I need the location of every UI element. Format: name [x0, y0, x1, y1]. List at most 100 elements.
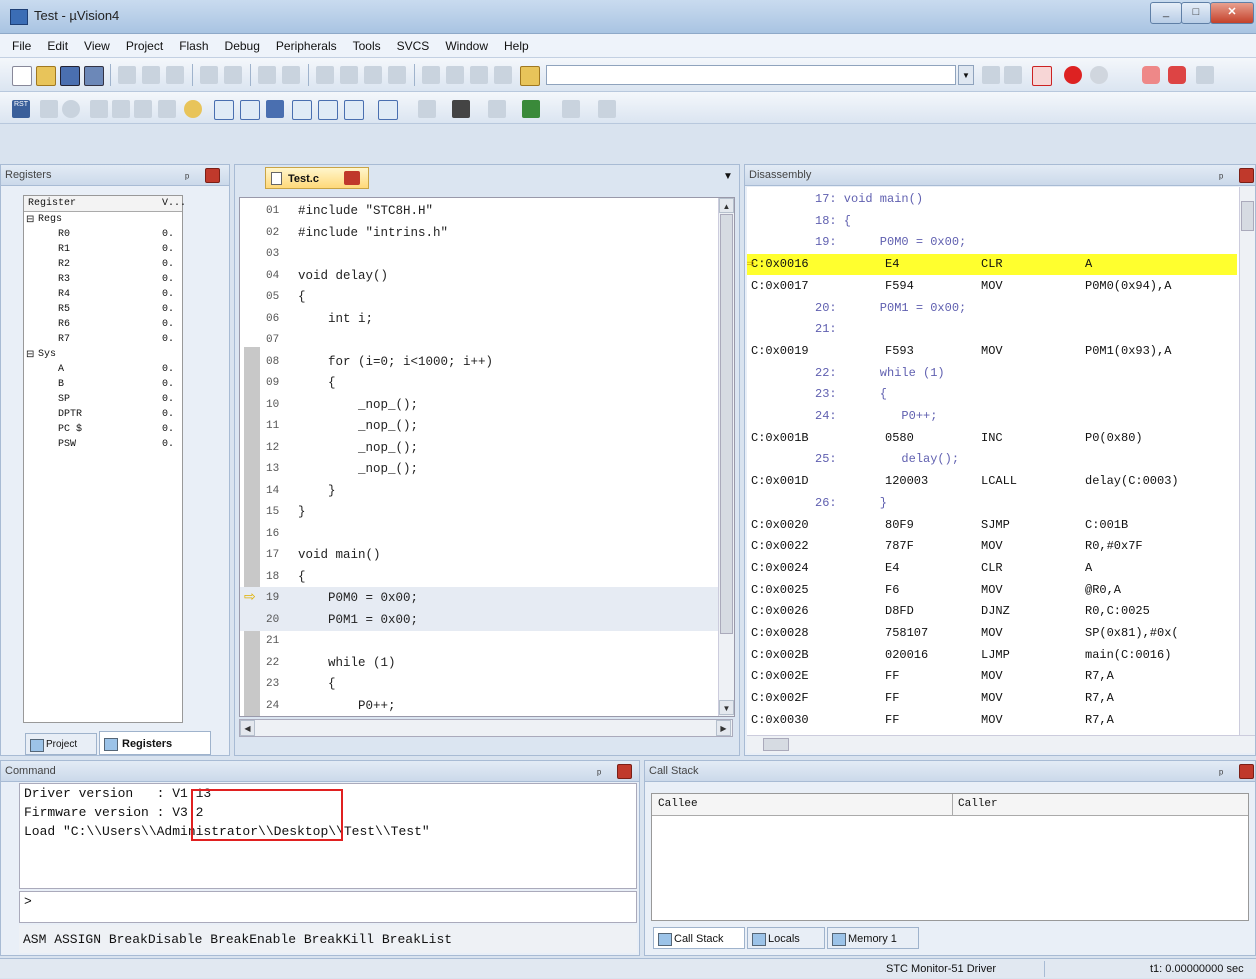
register-value[interactable]: 0.	[162, 229, 174, 240]
register-value[interactable]: 0.	[162, 424, 174, 435]
window-icon[interactable]	[1196, 66, 1214, 84]
tab-test-c[interactable]: Test.c	[265, 167, 369, 189]
register-row[interactable]: SP 0.	[24, 394, 182, 409]
register-value[interactable]: 0.	[162, 364, 174, 375]
registers-window-icon[interactable]	[292, 100, 312, 120]
disassembly-row[interactable]: C:0x002E FF MOV R7,A	[747, 666, 1237, 687]
disassembly-vscroll[interactable]	[1239, 187, 1255, 735]
disassembly-row[interactable]: C:0x0026 D8FD DJNZ R0,C:0025	[747, 601, 1237, 622]
clear-bookmarks-icon[interactable]	[388, 66, 406, 84]
code-line[interactable]: 06 int i;	[240, 308, 718, 330]
col-register[interactable]: Register	[28, 198, 76, 209]
register-row[interactable]: R7 0.	[24, 334, 182, 349]
find-combo[interactable]	[546, 65, 956, 85]
paste-icon[interactable]	[166, 66, 184, 84]
register-row[interactable]: PSW 0.	[24, 439, 182, 454]
menu-edit[interactable]: Edit	[39, 34, 76, 58]
menu-file[interactable]: File	[0, 34, 39, 58]
kill-breakpoints-icon[interactable]	[1142, 66, 1160, 84]
register-row[interactable]: R3 0.	[24, 274, 182, 289]
symbols-window-icon[interactable]	[266, 100, 284, 118]
code-line[interactable]: 17 void main()	[240, 544, 718, 566]
disassembly-hscroll-thumb[interactable]	[763, 738, 789, 751]
code-line[interactable]: 05 {	[240, 286, 718, 308]
tab-registers[interactable]: Registers	[99, 731, 211, 755]
pin-icon[interactable]: ᵖ	[597, 764, 601, 784]
tab-project[interactable]: Project	[25, 733, 97, 755]
run-icon[interactable]	[40, 100, 58, 118]
close-icon[interactable]	[1239, 764, 1254, 779]
register-row[interactable]: R5 0.	[24, 304, 182, 319]
register-value[interactable]: 0.	[162, 319, 174, 330]
code-line[interactable]: 13 _nop_();	[240, 458, 718, 480]
scroll-right-icon[interactable]: ▶	[716, 720, 731, 736]
memory-window-icon[interactable]	[378, 100, 398, 120]
scroll-up-icon[interactable]: ▲	[719, 198, 734, 213]
code-line[interactable]: 01 #include "STC8H.H"	[240, 200, 718, 222]
indent-icon[interactable]	[422, 66, 440, 84]
disassembly-window-icon[interactable]	[240, 100, 260, 120]
disassembly-row[interactable]: C:0x002F FF MOV R7,A	[747, 688, 1237, 709]
disassembly-row[interactable]: C:0x001B 0580 INC P0(0x80)	[747, 428, 1237, 449]
disassembly-row[interactable]: C:0x001D 120003 LCALL delay(C:0003)	[747, 471, 1237, 492]
debug-restore-icon[interactable]	[598, 100, 616, 118]
trace-window-icon[interactable]	[488, 100, 506, 118]
code-line[interactable]: 18 {	[240, 566, 718, 588]
chevron-down-icon[interactable]: ▼	[958, 65, 974, 85]
disassembly-row[interactable]: C:0x0028 758107 MOV SP(0x81),#0x(	[747, 623, 1237, 644]
editor-hscroll[interactable]: ◀ ▶	[239, 719, 733, 737]
code-line[interactable]: 07	[240, 329, 718, 351]
code-line[interactable]: 21	[240, 630, 718, 652]
disable-breakpoint-icon[interactable]	[1090, 66, 1108, 84]
col-value[interactable]: V...	[162, 198, 186, 209]
disassembly-row[interactable]: 23: {	[747, 384, 1237, 405]
show-next-statement-icon[interactable]	[184, 100, 202, 118]
tab-locals[interactable]: Locals	[747, 927, 825, 949]
code-line[interactable]: 08 for (i=0; i<1000; i++)	[240, 351, 718, 373]
prev-bookmark-icon[interactable]	[340, 66, 358, 84]
code-line[interactable]: 04 void delay()	[240, 265, 718, 287]
disassembly-row[interactable]: C:0x0022 787F MOV R0,#0x7F	[747, 536, 1237, 557]
disassembly-row[interactable]: 17: void main()	[747, 189, 1237, 210]
tab-call-stack[interactable]: Call Stack	[653, 927, 745, 949]
bookmark-icon[interactable]	[316, 66, 334, 84]
register-value[interactable]: 0.	[162, 289, 174, 300]
disassembly-row[interactable]: C:0x0025 F6 MOV @R0,A	[747, 580, 1237, 601]
disassembly-row[interactable]: C:0x0016 E4 CLR A ⇨	[747, 254, 1237, 276]
unindent-icon[interactable]	[446, 66, 464, 84]
nav-back-icon[interactable]	[258, 66, 276, 84]
code-line[interactable]: 11 _nop_();	[240, 415, 718, 437]
pin-icon[interactable]: ᵖ	[1219, 168, 1223, 188]
code-line[interactable]: 19 P0M0 = 0x00; ⇨	[240, 587, 718, 609]
disassembly-vscroll-thumb[interactable]	[1241, 201, 1254, 231]
disassembly-row[interactable]: 19: P0M0 = 0x00;	[747, 232, 1237, 253]
find-icon[interactable]	[982, 66, 1000, 84]
breakpoint-icon[interactable]	[1064, 66, 1082, 84]
register-row[interactable]: B 0.	[24, 379, 182, 394]
toolbox-icon[interactable]	[562, 100, 580, 118]
code-line[interactable]: 14 }	[240, 480, 718, 502]
redo-icon[interactable]	[224, 66, 242, 84]
code-line[interactable]: 12 _nop_();	[240, 437, 718, 459]
run-to-cursor-icon[interactable]	[158, 100, 176, 118]
new-file-icon[interactable]	[12, 66, 32, 86]
code-line[interactable]: 16	[240, 523, 718, 545]
menu-tools[interactable]: Tools	[345, 34, 389, 58]
menu-view[interactable]: View	[76, 34, 118, 58]
editor-vscroll[interactable]: ▲ ▼	[718, 198, 734, 716]
register-value[interactable]: 0.	[162, 394, 174, 405]
register-value[interactable]: 0.	[162, 334, 174, 345]
incremental-find-icon[interactable]	[1004, 66, 1022, 84]
disassembly-row[interactable]: C:0x002B 020016 LJMP main(C:0016)	[747, 645, 1237, 666]
command-window-icon[interactable]	[214, 100, 234, 120]
watch-window-icon[interactable]	[344, 100, 364, 120]
register-value[interactable]: 0.	[162, 274, 174, 285]
register-value[interactable]: 0.	[162, 439, 174, 450]
code-line[interactable]: 09 {	[240, 372, 718, 394]
tab-dropdown-icon[interactable]: ▼	[723, 171, 733, 182]
save-icon[interactable]	[60, 66, 80, 86]
stop-icon[interactable]	[62, 100, 80, 118]
register-row[interactable]: PC $ 0.	[24, 424, 182, 439]
code-line[interactable]: 02 #include "intrins.h"	[240, 222, 718, 244]
code-line[interactable]: 03	[240, 243, 718, 265]
